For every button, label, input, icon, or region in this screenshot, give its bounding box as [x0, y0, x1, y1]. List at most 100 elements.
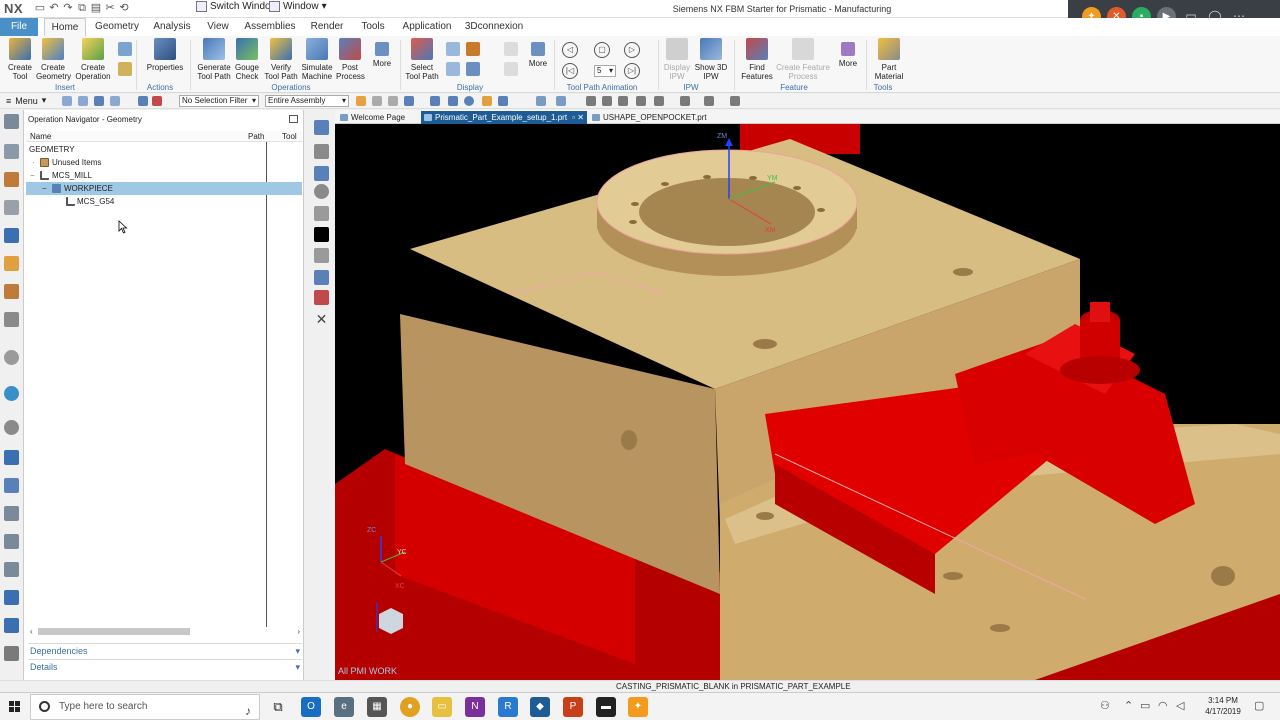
display-color-icon[interactable] — [466, 42, 480, 56]
display-option-icon[interactable] — [446, 42, 460, 56]
tab-geometry[interactable]: Geometry — [92, 18, 142, 36]
app-r-icon[interactable]: R — [498, 697, 518, 717]
snap-point3-icon[interactable] — [482, 96, 492, 106]
roles-icon[interactable] — [4, 450, 19, 465]
scroll-thumb[interactable] — [38, 628, 190, 635]
collapse-icon[interactable]: − — [42, 182, 47, 195]
post-process-button[interactable]: Post Process — [336, 38, 365, 81]
view-icon[interactable] — [536, 96, 546, 106]
display-option2-icon[interactable] — [446, 62, 460, 76]
settings-icon[interactable] — [4, 114, 19, 129]
step-forward-icon[interactable]: ▷| — [624, 63, 640, 79]
tab-file[interactable]: File — [0, 18, 38, 36]
program-order-view-icon[interactable] — [314, 120, 329, 135]
render-style3-icon[interactable] — [730, 96, 740, 106]
onenote-icon[interactable]: N — [465, 697, 485, 717]
filter-icon[interactable] — [138, 96, 148, 106]
graphics-viewport[interactable]: ZM YM XM ZC YC XC All PMI WORK — [335, 124, 1280, 680]
part-material-button[interactable]: Part Material — [870, 38, 908, 81]
render-style-icon[interactable] — [680, 96, 690, 106]
snap2-icon[interactable] — [78, 96, 88, 106]
snap-point2-icon[interactable] — [448, 96, 458, 106]
view7-icon[interactable] — [654, 96, 664, 106]
object-icon[interactable] — [314, 290, 329, 305]
tray-expand-icon[interactable]: ⌃ — [1124, 699, 1133, 712]
create-geometry-button[interactable]: Create Geometry — [36, 38, 71, 81]
history-icon[interactable] — [4, 420, 19, 435]
taskbar-search-box[interactable]: Type here to search ♪ — [30, 694, 260, 720]
collapse-icon[interactable]: − — [30, 169, 35, 182]
selection-icon[interactable] — [356, 96, 366, 106]
web-browser-icon[interactable] — [4, 386, 19, 401]
display-more-button[interactable]: More — [526, 38, 550, 68]
snap-circle-icon[interactable] — [464, 96, 474, 106]
operation-navigator-icon[interactable] — [4, 228, 19, 243]
render-style2-icon[interactable] — [704, 96, 714, 106]
file-explorer-icon[interactable]: ▭ — [432, 697, 452, 717]
properties-button[interactable]: Properties — [146, 38, 184, 72]
dependencies-panel[interactable]: Dependencies ▾ — [28, 643, 302, 657]
feature-navigator-icon[interactable] — [4, 284, 19, 299]
column-name[interactable]: Name — [30, 132, 51, 141]
tab-welcome-page[interactable]: Welcome Page — [337, 111, 419, 124]
close-icon[interactable]: ✕ — [577, 111, 584, 124]
gouge-check-button[interactable]: Gouge Check — [232, 38, 262, 81]
generate-tool-path-button[interactable]: Generate Tool Path — [196, 38, 232, 81]
chrome-icon[interactable]: ● — [400, 697, 420, 717]
operations-more-button[interactable]: More — [370, 38, 394, 68]
insert-extra-icon[interactable] — [118, 42, 132, 56]
select-tool-path-button[interactable]: Select Tool Path — [404, 38, 440, 81]
constraint-navigator-icon[interactable] — [4, 172, 19, 187]
close-icon[interactable]: ✕ — [314, 312, 329, 327]
selection3-icon[interactable] — [388, 96, 398, 106]
snap-icon[interactable] — [62, 96, 72, 106]
machining-method-view-icon[interactable] — [314, 184, 329, 199]
view2-icon[interactable] — [556, 96, 566, 106]
step-back-icon[interactable]: |◁ — [562, 63, 578, 79]
tab-application[interactable]: Application — [400, 18, 454, 36]
stop-icon[interactable]: ▢ — [594, 42, 610, 58]
taskbar-clock[interactable]: 3:14 PM 4/17/2019 — [1200, 695, 1246, 717]
task-view-icon[interactable]: ⧉ — [268, 697, 288, 717]
play-icon[interactable]: ▷ — [624, 42, 640, 58]
windows-start-icon[interactable] — [0, 693, 30, 720]
battery-icon[interactable]: ▭ — [1140, 699, 1150, 712]
people-icon[interactable]: ⚇ — [1100, 699, 1110, 712]
find-features-button[interactable]: Find Features — [740, 38, 774, 81]
scroll-left-icon[interactable]: ‹ — [30, 627, 33, 636]
manufacturing-wizard-icon[interactable] — [4, 590, 19, 605]
show-3d-ipw-button[interactable]: Show 3D IPW — [694, 38, 728, 81]
tag-icon[interactable] — [4, 562, 19, 577]
edge-icon[interactable]: e — [334, 697, 354, 717]
create-operation-button[interactable]: Create Operation — [74, 38, 112, 81]
view4-icon[interactable] — [602, 96, 612, 106]
column-tool[interactable]: Tool — [282, 132, 297, 141]
tab-analysis[interactable]: Analysis — [150, 18, 194, 36]
geometry-view-icon[interactable] — [314, 166, 329, 181]
create-tool-button[interactable]: Create Tool — [6, 38, 34, 81]
process-studio-icon[interactable] — [4, 534, 19, 549]
tree-row-unused-items[interactable]: · Unused Items — [26, 156, 302, 169]
tab-home[interactable]: Home — [44, 18, 86, 36]
tree-row-geometry[interactable]: GEOMETRY — [26, 143, 302, 156]
menu-button[interactable]: ≡ Menu ▾ — [6, 95, 46, 106]
tree-row-mcs-g54[interactable]: MCS_G54 — [26, 195, 302, 208]
meeting-app-icon[interactable]: ✦ — [628, 697, 648, 717]
assign-icon[interactable] — [314, 270, 329, 285]
insert-extra2-icon[interactable] — [118, 62, 132, 76]
templates-icon[interactable] — [4, 618, 19, 633]
column-path[interactable]: Path — [248, 132, 264, 141]
snap3-icon[interactable] — [94, 96, 104, 106]
snap-point-icon[interactable] — [430, 96, 440, 106]
system-scenes-icon[interactable] — [4, 478, 19, 493]
view6-icon[interactable] — [636, 96, 646, 106]
animation-speed-select[interactable]: 5 — [594, 65, 616, 77]
filter2-icon[interactable] — [152, 96, 162, 106]
tab-3dconnexion[interactable]: 3Dconnexion — [464, 18, 524, 36]
network-icon[interactable]: ◠ — [1158, 699, 1168, 712]
tree-row-workpiece[interactable]: − WORKPIECE — [26, 182, 302, 195]
tab-view[interactable]: View — [202, 18, 234, 36]
view5-icon[interactable] — [618, 96, 628, 106]
assembly-navigator-icon[interactable] — [4, 144, 19, 159]
color-icon[interactable] — [314, 227, 329, 242]
